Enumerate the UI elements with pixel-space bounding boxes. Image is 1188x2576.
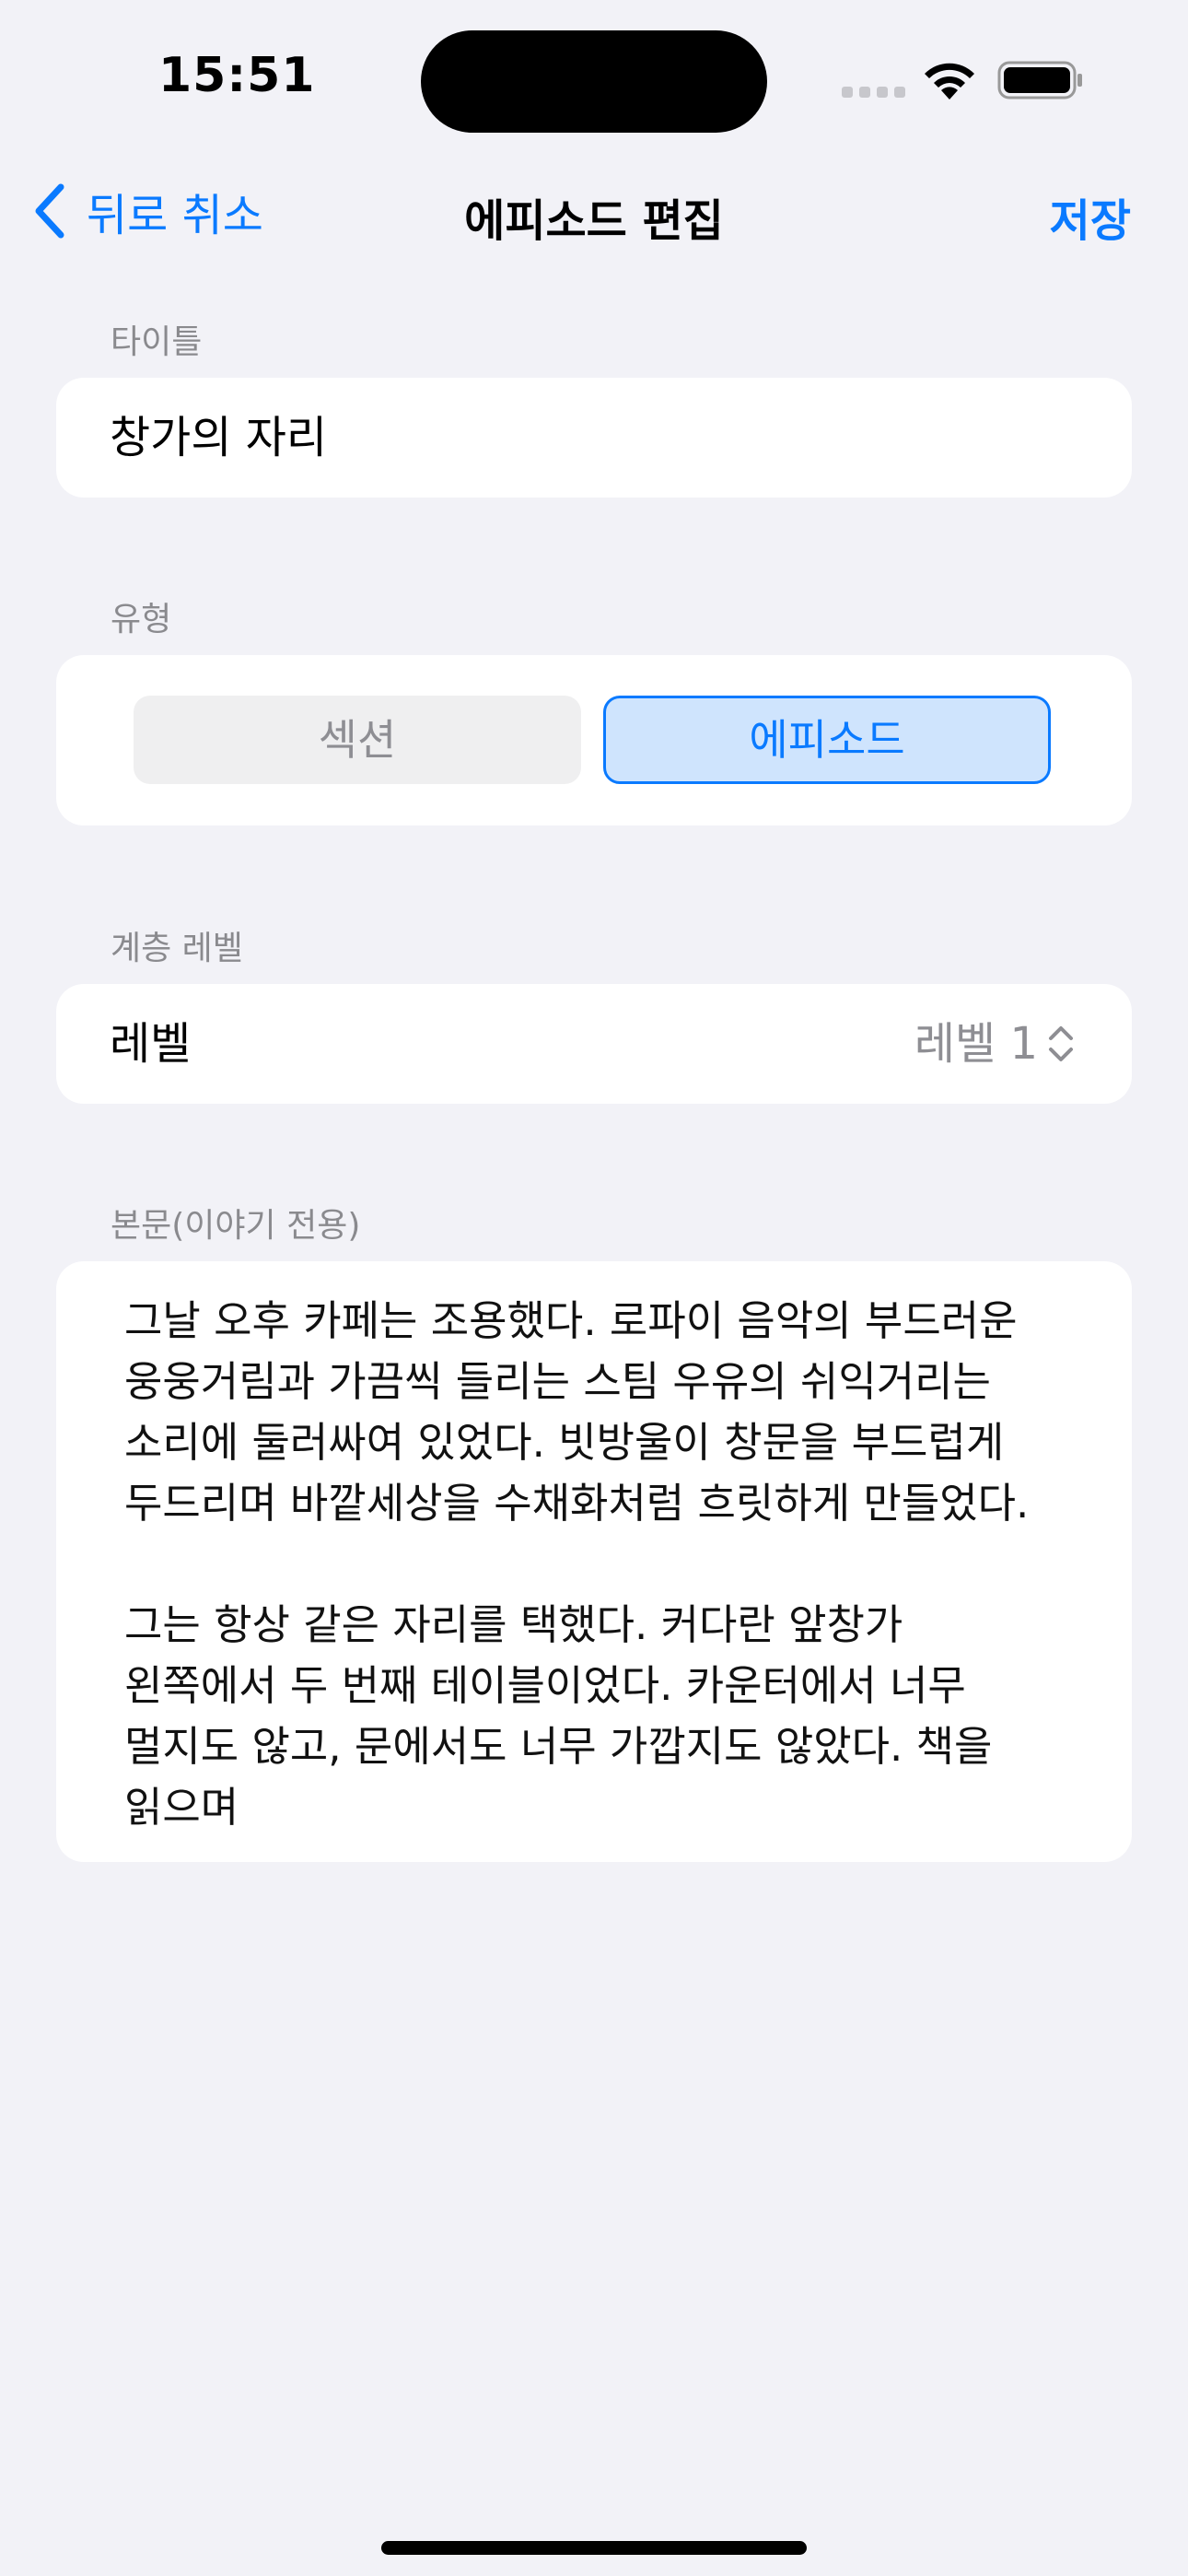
- chevron-up-down-icon: [1049, 1026, 1073, 1061]
- title-card: 창가의 자리: [56, 378, 1132, 498]
- segment-episode-option[interactable]: 에피소드: [603, 696, 1051, 784]
- level-section-label: 계층 레벨: [111, 930, 243, 967]
- type-card: 섹션 에피소드: [56, 655, 1132, 825]
- type-section-label: 유형: [111, 601, 172, 638]
- level-row-label: 레벨: [110, 1018, 192, 1070]
- dynamic-island: [421, 30, 767, 133]
- home-indicator[interactable]: [381, 2541, 807, 2555]
- status-time: 15:51: [158, 48, 316, 103]
- level-card[interactable]: 레벨 레벨 1: [56, 984, 1132, 1104]
- navigation-bar: 뒤로 취소 에피소드 편집 저장: [0, 166, 1188, 258]
- body-card: 그날 오후 카페는 조용했다. 로파이 음악의 부드러운 웅웅거림과 가끔씩 들…: [56, 1261, 1132, 1862]
- status-bar: 15:51: [0, 0, 1188, 157]
- save-button[interactable]: 저장: [1050, 184, 1131, 249]
- title-section-label: 타이틀: [111, 323, 203, 361]
- segment-section-option[interactable]: 섹션: [134, 696, 581, 784]
- body-section-label: 본문(이야기 전용): [111, 1207, 361, 1245]
- wifi-icon: [925, 63, 974, 100]
- level-picker[interactable]: 레벨 1: [914, 984, 1075, 1104]
- level-picker-value: 레벨 1: [914, 1018, 1038, 1070]
- page-title: 에피소드 편집: [464, 195, 724, 247]
- body-text-editor[interactable]: 그날 오후 카페는 조용했다. 로파이 음악의 부드러운 웅웅거림과 가끔씩 들…: [124, 1291, 1064, 1838]
- title-input[interactable]: 창가의 자리: [110, 378, 327, 498]
- battery-icon: [997, 61, 1082, 100]
- cellular-icon: [842, 87, 905, 98]
